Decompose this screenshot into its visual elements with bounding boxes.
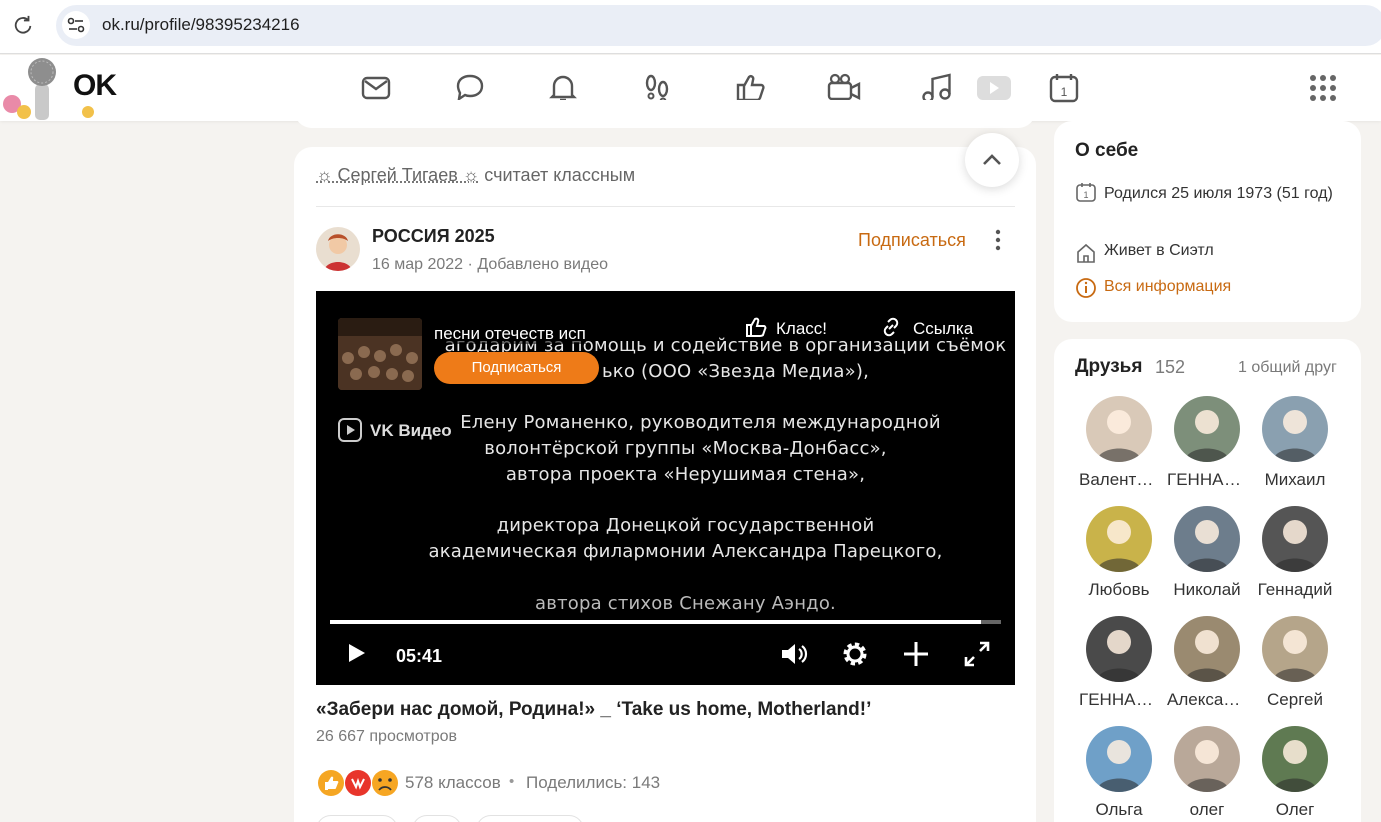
friend-name[interactable]: Валентина — [1079, 470, 1159, 490]
svg-text:1: 1 — [1061, 85, 1068, 99]
friend-avatar[interactable] — [1262, 616, 1328, 682]
mutual-friends-link[interactable]: 1 общий друг — [1238, 359, 1337, 377]
volume-icon[interactable] — [778, 638, 810, 670]
vk-play-icon — [338, 418, 362, 442]
video-time: 05:41 — [396, 646, 443, 666]
friends-count: 152 — [1155, 357, 1186, 377]
scroll-up-button[interactable] — [965, 133, 1019, 187]
stats-separator: • — [509, 773, 515, 790]
play-icon[interactable] — [344, 641, 368, 665]
friend-name[interactable]: Олег — [1255, 800, 1335, 820]
lives-in: Живет в Сиэтл — [1104, 242, 1214, 259]
credit-line: автора стихов Снежану Аэндо. — [535, 593, 836, 614]
friend-avatar[interactable] — [1262, 726, 1328, 792]
reload-icon[interactable] — [12, 14, 34, 36]
video-link-button[interactable]: Ссылка — [879, 315, 973, 339]
friend-avatar[interactable] — [1086, 616, 1152, 682]
info-icon — [1076, 278, 1096, 298]
friend-avatar[interactable] — [1262, 396, 1328, 462]
friend-name[interactable]: ГЕННАДИЙ — [1167, 470, 1247, 490]
comment-button[interactable] — [316, 815, 398, 822]
logo[interactable]: OK — [73, 69, 117, 103]
previous-feed-card — [294, 100, 1036, 128]
post-meta: 16 мар 2022 · Добавлено видео — [372, 256, 608, 274]
post-action: Добавлено видео — [477, 256, 609, 273]
url-text[interactable]: ok.ru/profile/98395234216 — [102, 15, 300, 35]
subscribe-button[interactable]: Подписаться — [858, 230, 966, 251]
friend-name[interactable]: Сергей — [1255, 690, 1335, 710]
all-info-link[interactable]: Вся информация — [1104, 278, 1231, 296]
liked-action: считает классным — [484, 165, 636, 185]
friend-name[interactable]: Михаил — [1255, 470, 1335, 490]
birth-date: Родился 25 июля 1973 (51 год) — [1104, 185, 1333, 202]
about-title: О себе — [1075, 140, 1139, 161]
progress-fill — [330, 620, 981, 624]
friend-avatar[interactable] — [1086, 506, 1152, 572]
friend-name[interactable]: ГЕННАДИЙ — [1079, 690, 1159, 710]
friend-avatar[interactable] — [1174, 616, 1240, 682]
friend-name[interactable]: Геннадий — [1255, 580, 1335, 600]
friend-name[interactable]: Любовь — [1079, 580, 1159, 600]
like-button[interactable] — [476, 815, 584, 822]
like-label: Класс! — [776, 319, 827, 338]
video-subscribe-button[interactable]: Подписаться — [434, 352, 599, 384]
friends-title[interactable]: Друзья — [1075, 356, 1142, 378]
add-icon[interactable] — [900, 638, 932, 670]
friend-name[interactable]: олег — [1167, 800, 1247, 820]
friend-avatar[interactable] — [1086, 396, 1152, 462]
divider — [316, 206, 1015, 207]
shares-count[interactable]: Поделились: 143 — [526, 773, 660, 793]
calendar-icon[interactable]: 1 — [1046, 70, 1082, 106]
friend-name[interactable]: Ольга — [1079, 800, 1159, 820]
post-date: 16 мар 2022 — [372, 256, 464, 273]
share-button[interactable] — [412, 815, 462, 822]
calendar-icon: 1 — [1076, 183, 1096, 202]
credit-line: директора Донецкой государственной — [496, 515, 875, 536]
more-options-icon[interactable] — [988, 228, 1008, 252]
likes-count[interactable]: 578 классов — [405, 773, 501, 793]
reactions-icon[interactable] — [316, 768, 402, 798]
author-name[interactable]: РОССИЯ 2025 — [372, 226, 495, 247]
brand-label: VK Видео — [370, 421, 452, 440]
video-title[interactable]: «Забери нас домой, Родина!» _ ‘Take us h… — [316, 699, 871, 721]
friend-avatar[interactable] — [1174, 396, 1240, 462]
video-player[interactable]: агодарим за помощь и содействие в органи… — [316, 291, 1015, 685]
friend-name[interactable]: Николай — [1167, 580, 1247, 600]
friend-avatar[interactable] — [1262, 506, 1328, 572]
site-info-icon[interactable] — [62, 11, 90, 39]
liked-user-link[interactable]: ☼ Сергей Тигаев ☼ — [316, 165, 479, 185]
credit-line: автора проекта «Нерушимая стена», — [505, 464, 866, 485]
chevron-up-icon — [983, 154, 1001, 165]
meta-separator: · — [467, 256, 473, 273]
view-count: 26 667 просмотров — [316, 728, 458, 745]
video-like-button[interactable]: Класс! — [744, 315, 827, 339]
liked-by-line: ☼ Сергей Тигаев ☼ считает классным — [316, 165, 635, 186]
home-icon — [1077, 243, 1095, 263]
channel-thumbnail[interactable] — [338, 318, 422, 390]
channel-title[interactable]: песни отечеств исп — [434, 324, 586, 344]
thumbs-up-icon — [746, 317, 767, 337]
fullscreen-icon[interactable] — [961, 638, 993, 670]
vk-video-brand[interactable]: VK Видео — [338, 418, 452, 442]
link-label: Ссылка — [913, 319, 974, 338]
friend-avatar[interactable] — [1086, 726, 1152, 792]
apps-grid-icon[interactable] — [1305, 70, 1341, 106]
friend-avatar[interactable] — [1174, 726, 1240, 792]
friend-name[interactable]: Александр — [1167, 690, 1247, 710]
friend-avatar[interactable] — [1174, 506, 1240, 572]
svg-text:1: 1 — [1083, 190, 1088, 200]
link-icon — [883, 317, 899, 337]
settings-gear-icon[interactable] — [839, 638, 871, 670]
credit-line: академическая филармонии Александра Паре… — [428, 541, 943, 562]
author-avatar[interactable] — [316, 227, 360, 271]
